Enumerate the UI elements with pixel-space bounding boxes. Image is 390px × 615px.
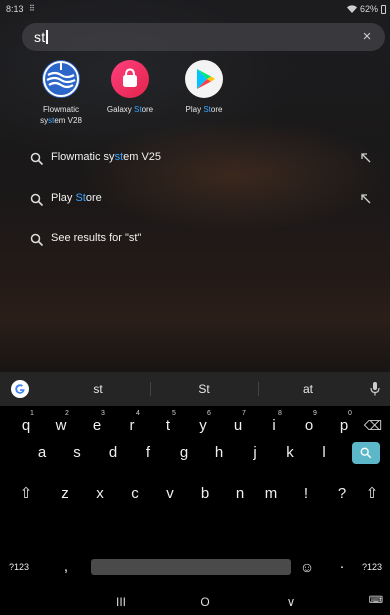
search-icon (360, 447, 372, 459)
space-bar[interactable] (91, 559, 291, 575)
search-enter-key[interactable] (352, 442, 380, 464)
key-j[interactable]: j (237, 436, 273, 470)
status-right: 62% (346, 4, 386, 14)
suggestion-text: See results for "st" (51, 232, 142, 244)
divider (150, 382, 151, 396)
search-bar[interactable]: st × (22, 23, 385, 51)
key-h[interactable]: h (201, 436, 237, 470)
app-result-galaxy-store[interactable]: Galaxy Store (95, 60, 165, 115)
suggestion-item[interactable]: Play Store (20, 185, 380, 215)
symbols-key-right[interactable]: ?123 (354, 550, 390, 584)
search-icon (30, 233, 44, 247)
see-results-item[interactable]: See results for "st" (20, 225, 380, 255)
shift-key[interactable]: ⇧ (8, 477, 44, 511)
key-l[interactable]: l (306, 436, 342, 470)
key-a[interactable]: a (24, 436, 60, 470)
key-k[interactable]: k (272, 436, 308, 470)
back-button[interactable]: ∨ (276, 595, 306, 609)
keyboard-suggestion[interactable]: at (278, 382, 338, 396)
suggestion-text: Play Store (51, 192, 102, 204)
status-time: 8:13 (6, 4, 24, 14)
galaxy-store-icon (111, 60, 149, 98)
key-g[interactable]: g (166, 436, 202, 470)
keyboard-suggestion[interactable]: st (68, 382, 128, 396)
app-result-flowmatic[interactable]: Flowmatic system V28 (26, 60, 96, 126)
wifi-icon (346, 5, 357, 13)
notification-grid-icon: ⠿ (29, 4, 35, 13)
key-c[interactable]: c (117, 477, 153, 511)
suggestion-text: Flowmatic system V25 (51, 151, 162, 163)
key-s[interactable]: s (59, 436, 95, 470)
key-b[interactable]: b (187, 477, 223, 511)
fill-query-arrow-icon[interactable] (360, 193, 372, 205)
search-icon (30, 152, 44, 166)
google-icon[interactable] (11, 380, 29, 398)
search-icon (30, 193, 44, 207)
keyboard-switch-icon[interactable]: ⌨ (364, 595, 388, 606)
backspace-key[interactable]: ⌫ (355, 409, 390, 443)
keyboard-suggestion-bar: st St at (0, 372, 390, 406)
app-label: Play Store (185, 105, 223, 114)
clear-icon[interactable]: × (359, 29, 375, 45)
comma-key[interactable]: , (48, 550, 84, 584)
symbols-key[interactable]: ?123 (1, 550, 37, 584)
microphone-icon[interactable] (370, 381, 380, 397)
divider (258, 382, 259, 396)
text-cursor (46, 30, 48, 44)
app-result-play-store[interactable]: Play Store (169, 60, 239, 115)
fill-query-arrow-icon[interactable] (360, 152, 372, 164)
key-d[interactable]: d (95, 436, 131, 470)
key-z[interactable]: z (47, 477, 83, 511)
key-f[interactable]: f (130, 436, 166, 470)
app-label: Flowmatic system V28 (40, 105, 82, 125)
battery-icon (381, 4, 386, 14)
recent-apps-button[interactable]: III (106, 595, 136, 609)
play-store-icon (185, 60, 223, 98)
app-label: Galaxy Store (106, 105, 154, 114)
flowmatic-icon (42, 60, 80, 98)
keyboard-suggestion[interactable]: St (174, 382, 234, 396)
status-bar: 8:13 ⠿ 62% (0, 0, 390, 18)
battery-level: 62% (359, 4, 378, 14)
key-m[interactable]: m (253, 477, 289, 511)
key-v[interactable]: v (152, 477, 188, 511)
home-button[interactable]: O (190, 595, 220, 609)
shift-key-right[interactable]: ⇧ (354, 477, 390, 511)
key-exclamation[interactable]: ! (288, 477, 324, 511)
navigation-bar: III O ∨ ⌨ (0, 593, 390, 615)
suggestion-item[interactable]: Flowmatic system V25 (20, 144, 380, 174)
search-input[interactable]: st (34, 29, 48, 45)
keyboard: st St at q1 w2 e3 r4 t5 y6 u7 i8 o9 p0 ⌫… (0, 372, 390, 615)
key-x[interactable]: x (82, 477, 118, 511)
emoji-key[interactable]: ☺ (289, 550, 325, 584)
